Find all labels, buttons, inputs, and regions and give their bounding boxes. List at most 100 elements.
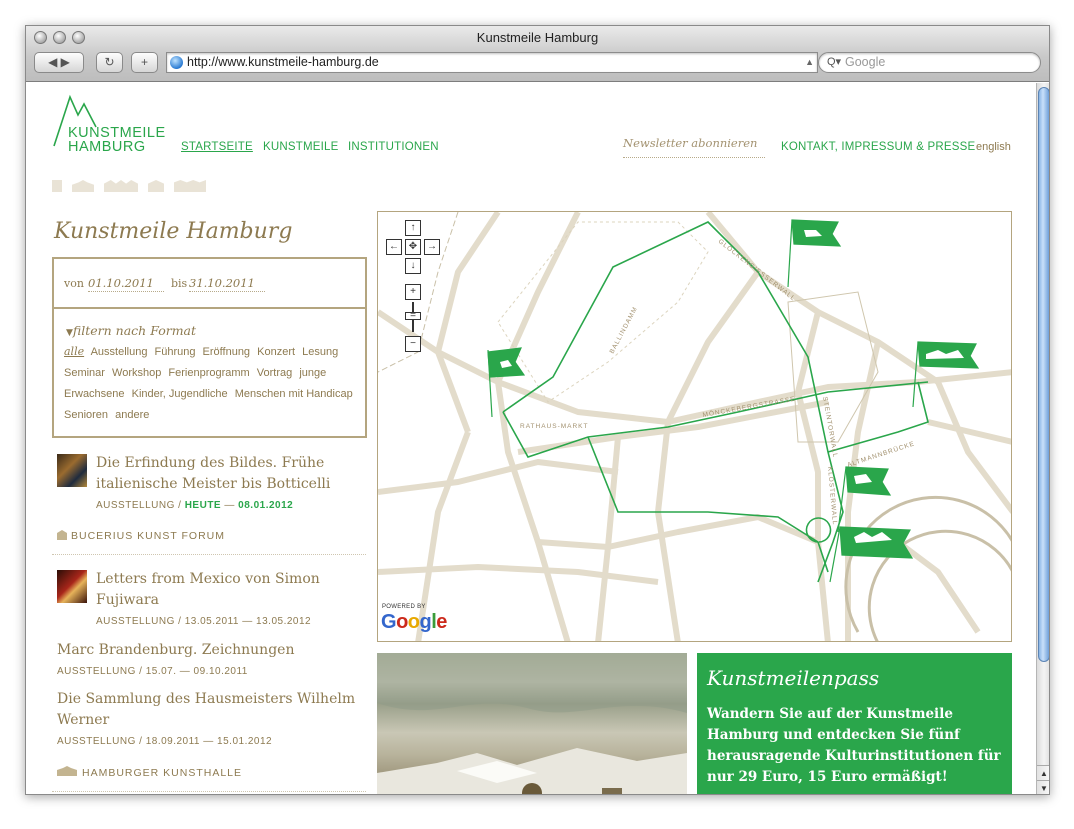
event-title[interactable]: Die Sammlung des Hausmeisters Wilhelm We… [57, 689, 357, 731]
url-text[interactable]: http://www.kunstmeile-hamburg.de [187, 55, 379, 69]
building-icon [57, 766, 77, 776]
tag-eroeffnung[interactable]: Eröffnung [203, 346, 251, 358]
venue-kunsthalle[interactable]: HAMBURGER KUNSTHALLE [82, 767, 242, 779]
date-from-input[interactable]: 01.10.2011 [88, 276, 164, 292]
add-bookmark-button[interactable]: + [131, 52, 158, 73]
event-end: 08.01.2012 [238, 500, 294, 511]
tag-senioren[interactable]: Senioren [64, 409, 108, 421]
event-dash: — [224, 500, 235, 511]
promo-title: Kunstmeilenpass [707, 666, 880, 690]
pan-right-button[interactable]: → [424, 239, 440, 255]
search-placeholder: Google [845, 55, 886, 69]
artwork-image[interactable] [377, 653, 687, 794]
url-dropdown-icon[interactable]: ▲ [805, 53, 814, 72]
page-viewport: KUNSTMEILE HAMBURG STARTSEITE KUNSTMEILE… [26, 83, 1036, 794]
tag-kinder[interactable]: Kinder, Jugendliche [132, 388, 228, 400]
separator [52, 554, 366, 555]
logo-line1: KUNSTMEILE [68, 125, 166, 141]
newsletter-input[interactable]: Newsletter abonnieren [623, 136, 765, 158]
scroll-up-arrow[interactable]: ▲ [1037, 765, 1049, 780]
street-label: GLOCKENGIESSERWALL [717, 238, 797, 303]
divider [54, 307, 365, 309]
pan-up-button[interactable]: ↑ [405, 220, 421, 236]
separator [52, 791, 366, 792]
nav-institutionen[interactable]: INSTITUTIONEN [348, 141, 439, 153]
event-title[interactable]: Letters from Mexico von Simon Fujiwara [96, 569, 336, 611]
vertical-scrollbar[interactable]: ▲ ▼ [1036, 83, 1049, 794]
globe-icon [170, 56, 183, 69]
building-icon[interactable] [148, 180, 164, 192]
language-switch[interactable]: english [976, 141, 1011, 153]
event-thumbnail[interactable] [57, 454, 87, 487]
back-arrow-icon[interactable]: ◀ [48, 55, 57, 69]
street-label: RATHAUS-MARKT [520, 423, 589, 430]
browser-titlebar: Kunstmeile Hamburg ◀ ▶ ↻ + http://www.ku… [26, 26, 1049, 82]
street-label: KLOSTERWALL [826, 467, 838, 526]
scrollbar-thumb[interactable] [1038, 87, 1049, 662]
zoom-in-button[interactable]: + [405, 284, 421, 300]
browser-window: Kunstmeile Hamburg ◀ ▶ ↻ + http://www.ku… [25, 25, 1050, 795]
artwork-painting [377, 653, 687, 794]
pan-left-button[interactable]: ← [386, 239, 402, 255]
tag-alle[interactable]: alle [64, 345, 84, 358]
event-meta: AUSSTELLUNG / 13.05.2011 — 13.05.2012 [96, 616, 312, 627]
nav-startseite[interactable]: STARTSEITE [181, 141, 253, 153]
venue-bucerius[interactable]: BUCERIUS KUNST FORUM [71, 530, 225, 542]
filter-tags: alle Ausstellung Führung Eröffnung Konze… [64, 341, 359, 426]
tag-fuehrung[interactable]: Führung [155, 346, 196, 358]
building-icon[interactable] [52, 180, 62, 192]
zoom-slider-handle[interactable]: = [405, 311, 421, 321]
filter-toggle[interactable]: ▼filtern nach Format [66, 323, 196, 338]
tag-ferienprogramm[interactable]: Ferienprogramm [168, 367, 249, 379]
zoom-out-button[interactable]: − [405, 336, 421, 352]
von-label: von [64, 277, 84, 290]
scroll-down-arrow[interactable]: ▼ [1037, 780, 1049, 794]
logo-line2: HAMBURG [68, 139, 146, 155]
search-field[interactable]: Q▾ Google [818, 52, 1041, 73]
powered-by-label: POWERED BY [382, 604, 426, 610]
back-forward-buttons[interactable]: ◀ ▶ [34, 52, 84, 73]
event-today: HEUTE [184, 500, 222, 511]
event-meta: AUSSTELLUNG / 15.07. — 09.10.2011 [57, 666, 248, 677]
building-icon[interactable] [174, 180, 206, 192]
street-label: BALLINDAMM [609, 306, 640, 355]
tag-workshop[interactable]: Workshop [112, 367, 161, 379]
tag-vortrag[interactable]: Vortrag [257, 367, 292, 379]
building-icon [57, 530, 67, 540]
forward-arrow-icon[interactable]: ▶ [61, 55, 70, 69]
event-type: AUSSTELLUNG / [96, 500, 182, 511]
filter-title: filtern nach Format [72, 323, 197, 338]
promo-body: Wandern Sie auf der Kunstmeile Hamburg u… [707, 706, 1001, 785]
address-bar[interactable]: http://www.kunstmeile-hamburg.de ▲ [166, 52, 818, 73]
pan-center-button[interactable]: ✥ [405, 239, 421, 255]
nav-kontakt[interactable]: KONTAKT, IMPRESSUM & PRESSE [781, 141, 975, 153]
map[interactable]: GLOCKENGIESSERWALL BALLINDAMM RATHAUS-MA… [377, 211, 1012, 642]
tag-lesung[interactable]: Lesung [302, 346, 338, 358]
google-logo[interactable]: Google [381, 611, 447, 634]
tag-konzert[interactable]: Konzert [257, 346, 295, 358]
reload-button[interactable]: ↻ [96, 52, 123, 73]
street-label: STEINTORWALL [821, 396, 839, 458]
bis-label: bis [171, 277, 188, 290]
window-title: Kunstmeile Hamburg [476, 30, 599, 45]
map-streets: GLOCKENGIESSERWALL BALLINDAMM RATHAUS-MA… [378, 212, 1011, 641]
pan-down-button[interactable]: ↓ [405, 258, 421, 274]
event-title[interactable]: Marc Brandenburg. Zeichnungen [57, 640, 357, 661]
page-title: Kunstmeile Hamburg [54, 219, 293, 244]
tag-ausstellung[interactable]: Ausstellung [91, 346, 148, 358]
event-thumbnail[interactable] [57, 570, 87, 603]
event-title[interactable]: Die Erfindung des Bildes. Frühe italieni… [96, 453, 346, 495]
event-meta: AUSSTELLUNG / 18.09.2011 — 15.01.2012 [57, 736, 273, 747]
nav-kunstmeile[interactable]: KUNSTMEILE [263, 141, 339, 153]
event-meta: AUSSTELLUNG / HEUTE — 08.01.2012 [96, 500, 293, 511]
logo[interactable]: KUNSTMEILE HAMBURG [68, 125, 166, 155]
building-icon[interactable] [104, 180, 138, 192]
building-icon[interactable] [72, 180, 94, 192]
tag-andere[interactable]: andere [115, 409, 149, 421]
kunstmeilenpass-promo[interactable]: Kunstmeilenpass Wandern Sie auf der Kuns… [697, 653, 1012, 794]
tag-seminar[interactable]: Seminar [64, 367, 105, 379]
triangle-down-icon: ▼ [66, 328, 73, 338]
tag-handicap[interactable]: Menschen mit Handicap [235, 388, 353, 400]
filter-box: von 01.10.2011 bis 31.10.2011 ▼filtern n… [52, 257, 367, 438]
date-to-input[interactable]: 31.10.2011 [189, 276, 265, 292]
